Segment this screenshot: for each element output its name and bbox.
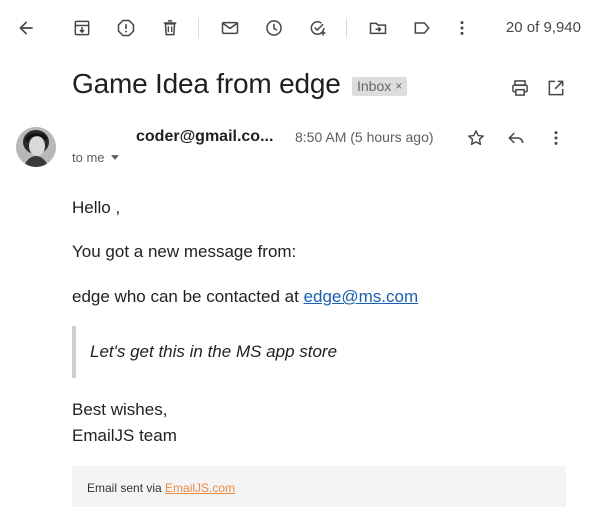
greeting-text: Hello , [72,198,121,217]
quoted-message-text: Let's get this in the MS app store [90,342,338,361]
chevron-down-icon [110,155,119,160]
more-vert-icon[interactable] [446,12,478,44]
toolbar-divider [346,18,347,38]
sender-name[interactable]: coder@gmail.co... [136,128,273,146]
report-spam-icon[interactable] [110,12,142,44]
email-footer: Email sent via EmailJS.com [72,466,566,507]
inbox-label-chip[interactable]: Inbox × [352,77,408,96]
snooze-icon[interactable] [258,12,290,44]
emailjs-link[interactable]: EmailJS.com [165,481,235,495]
back-arrow-icon[interactable] [10,12,42,44]
label-chip-text: Inbox [357,78,392,94]
message-timestamp: 8:50 AM (5 hours ago) [295,129,434,145]
footer-prefix: Email sent via [87,481,166,495]
pagination-counter: 20 of 9,940 [505,19,581,36]
quoted-message: Let's get this in the MS app store [72,326,566,378]
mark-unread-icon[interactable] [214,12,246,44]
body-line-2: edge who can be contacted at edge@ms.com [72,287,418,307]
print-icon[interactable] [508,76,532,100]
recipient-text: to me [72,150,105,165]
open-in-new-window-icon[interactable] [544,76,568,100]
contact-text: edge who can be contacted at [72,287,304,306]
body-line-1: You got a new message from: [72,242,297,261]
star-icon[interactable] [464,126,488,150]
archive-icon[interactable] [66,12,98,44]
message-more-vert-icon[interactable] [544,126,568,150]
label-icon[interactable] [406,12,438,44]
signoff-text: Best wishes, [72,400,168,419]
delete-icon[interactable] [154,12,186,44]
contact-email-link[interactable]: edge@ms.com [304,287,419,306]
add-task-icon[interactable] [302,12,334,44]
email-subject: Game Idea from edge [72,68,341,99]
team-signature: EmailJS team [72,426,177,445]
toolbar-divider [198,18,199,38]
remove-label-icon[interactable]: × [395,77,402,96]
toolbar: 20 of 9,940 [0,0,599,56]
footer-text: Email sent via EmailJS.com [87,481,235,495]
sender-avatar[interactable] [16,127,56,167]
move-to-icon[interactable] [362,12,394,44]
recipient-details-toggle[interactable]: to me [72,150,119,165]
reply-icon[interactable] [504,126,528,150]
